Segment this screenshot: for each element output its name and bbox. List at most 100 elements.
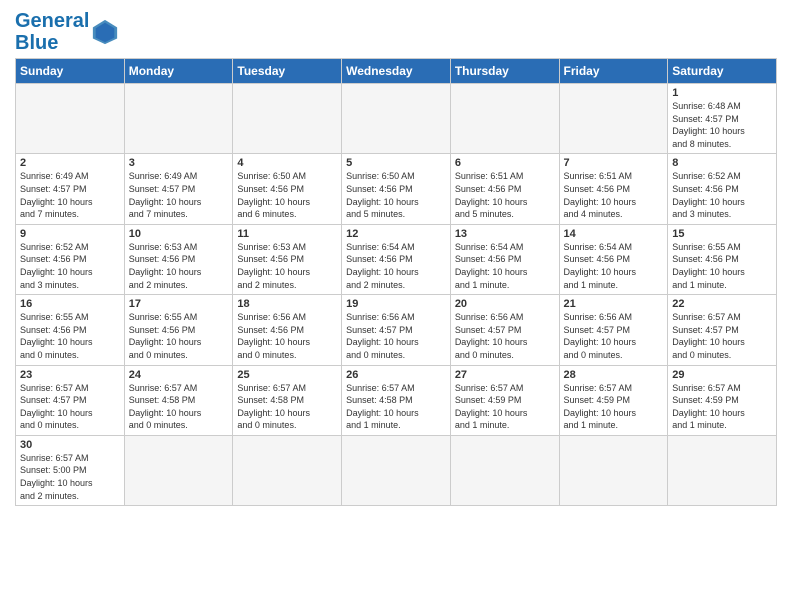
day-number: 10 bbox=[129, 228, 229, 240]
col-header-monday: Monday bbox=[124, 59, 233, 84]
calendar-cell bbox=[668, 435, 777, 505]
calendar-cell: 25Sunrise: 6:57 AM Sunset: 4:58 PM Dayli… bbox=[233, 365, 342, 435]
calendar-cell: 26Sunrise: 6:57 AM Sunset: 4:58 PM Dayli… bbox=[342, 365, 451, 435]
day-number: 19 bbox=[346, 298, 446, 310]
day-info: Sunrise: 6:57 AM Sunset: 4:57 PM Dayligh… bbox=[672, 311, 772, 361]
calendar-cell: 14Sunrise: 6:54 AM Sunset: 4:56 PM Dayli… bbox=[559, 224, 668, 294]
day-info: Sunrise: 6:52 AM Sunset: 4:56 PM Dayligh… bbox=[672, 170, 772, 220]
calendar-cell: 3Sunrise: 6:49 AM Sunset: 4:57 PM Daylig… bbox=[124, 154, 233, 224]
day-info: Sunrise: 6:57 AM Sunset: 4:57 PM Dayligh… bbox=[20, 382, 120, 432]
col-header-wednesday: Wednesday bbox=[342, 59, 451, 84]
day-number: 8 bbox=[672, 157, 772, 169]
day-number: 27 bbox=[455, 369, 555, 381]
day-info: Sunrise: 6:49 AM Sunset: 4:57 PM Dayligh… bbox=[20, 170, 120, 220]
calendar-week-row: 1Sunrise: 6:48 AM Sunset: 4:57 PM Daylig… bbox=[16, 84, 777, 154]
day-info: Sunrise: 6:55 AM Sunset: 4:56 PM Dayligh… bbox=[129, 311, 229, 361]
day-info: Sunrise: 6:53 AM Sunset: 4:56 PM Dayligh… bbox=[237, 241, 337, 291]
calendar-week-row: 30Sunrise: 6:57 AM Sunset: 5:00 PM Dayli… bbox=[16, 435, 777, 505]
calendar-cell: 1Sunrise: 6:48 AM Sunset: 4:57 PM Daylig… bbox=[668, 84, 777, 154]
day-number: 16 bbox=[20, 298, 120, 310]
day-info: Sunrise: 6:56 AM Sunset: 4:56 PM Dayligh… bbox=[237, 311, 337, 361]
day-number: 9 bbox=[20, 228, 120, 240]
calendar-cell bbox=[233, 435, 342, 505]
calendar-cell bbox=[450, 84, 559, 154]
calendar-cell: 29Sunrise: 6:57 AM Sunset: 4:59 PM Dayli… bbox=[668, 365, 777, 435]
day-number: 23 bbox=[20, 369, 120, 381]
day-number: 3 bbox=[129, 157, 229, 169]
logo-icon bbox=[91, 18, 119, 46]
calendar-cell: 15Sunrise: 6:55 AM Sunset: 4:56 PM Dayli… bbox=[668, 224, 777, 294]
day-number: 15 bbox=[672, 228, 772, 240]
logo-general: General bbox=[15, 10, 89, 32]
day-number: 14 bbox=[564, 228, 664, 240]
calendar-header-row: SundayMondayTuesdayWednesdayThursdayFrid… bbox=[16, 59, 777, 84]
col-header-saturday: Saturday bbox=[668, 59, 777, 84]
day-info: Sunrise: 6:57 AM Sunset: 4:58 PM Dayligh… bbox=[129, 382, 229, 432]
day-number: 6 bbox=[455, 157, 555, 169]
calendar-table: SundayMondayTuesdayWednesdayThursdayFrid… bbox=[15, 58, 777, 506]
calendar-cell: 6Sunrise: 6:51 AM Sunset: 4:56 PM Daylig… bbox=[450, 154, 559, 224]
day-info: Sunrise: 6:57 AM Sunset: 5:00 PM Dayligh… bbox=[20, 452, 120, 502]
calendar-cell: 27Sunrise: 6:57 AM Sunset: 4:59 PM Dayli… bbox=[450, 365, 559, 435]
day-info: Sunrise: 6:51 AM Sunset: 4:56 PM Dayligh… bbox=[564, 170, 664, 220]
day-number: 12 bbox=[346, 228, 446, 240]
day-info: Sunrise: 6:56 AM Sunset: 4:57 PM Dayligh… bbox=[455, 311, 555, 361]
calendar-cell: 11Sunrise: 6:53 AM Sunset: 4:56 PM Dayli… bbox=[233, 224, 342, 294]
day-info: Sunrise: 6:57 AM Sunset: 4:59 PM Dayligh… bbox=[672, 382, 772, 432]
calendar-cell: 5Sunrise: 6:50 AM Sunset: 4:56 PM Daylig… bbox=[342, 154, 451, 224]
calendar-cell: 8Sunrise: 6:52 AM Sunset: 4:56 PM Daylig… bbox=[668, 154, 777, 224]
day-info: Sunrise: 6:57 AM Sunset: 4:59 PM Dayligh… bbox=[564, 382, 664, 432]
calendar-week-row: 23Sunrise: 6:57 AM Sunset: 4:57 PM Dayli… bbox=[16, 365, 777, 435]
day-number: 17 bbox=[129, 298, 229, 310]
day-info: Sunrise: 6:53 AM Sunset: 4:56 PM Dayligh… bbox=[129, 241, 229, 291]
day-info: Sunrise: 6:51 AM Sunset: 4:56 PM Dayligh… bbox=[455, 170, 555, 220]
day-number: 26 bbox=[346, 369, 446, 381]
calendar-week-row: 16 Sunrise: 6:55 AM Sunset: 4:56 PM Dayli… bbox=[16, 295, 777, 365]
day-number: 18 bbox=[237, 298, 337, 310]
calendar-cell: 2Sunrise: 6:49 AM Sunset: 4:57 PM Daylig… bbox=[16, 154, 125, 224]
day-info: Sunrise: 6:56 AM Sunset: 4:57 PM Dayligh… bbox=[346, 311, 446, 361]
calendar-cell bbox=[559, 84, 668, 154]
calendar-cell: 16Sunrise: 6:55 AM Sunset: 4:56 PM Dayli… bbox=[16, 295, 125, 365]
day-info: Sunrise: 6:50 AM Sunset: 4:56 PM Dayligh… bbox=[237, 170, 337, 220]
calendar-cell: 21Sunrise: 6:56 AM Sunset: 4:57 PM Dayli… bbox=[559, 295, 668, 365]
calendar-cell bbox=[233, 84, 342, 154]
day-info: Sunrise: 6:54 AM Sunset: 4:56 PM Dayligh… bbox=[346, 241, 446, 291]
calendar-cell: 13Sunrise: 6:54 AM Sunset: 4:56 PM Dayli… bbox=[450, 224, 559, 294]
day-number: 4 bbox=[237, 157, 337, 169]
day-number: 29 bbox=[672, 369, 772, 381]
calendar-week-row: 2Sunrise: 6:49 AM Sunset: 4:57 PM Daylig… bbox=[16, 154, 777, 224]
day-info: Sunrise: 6:54 AM Sunset: 4:56 PM Dayligh… bbox=[564, 241, 664, 291]
day-number: 2 bbox=[20, 157, 120, 169]
calendar-cell bbox=[559, 435, 668, 505]
day-number: 7 bbox=[564, 157, 664, 169]
day-info: Sunrise: 6:48 AM Sunset: 4:57 PM Dayligh… bbox=[672, 100, 772, 150]
day-info: Sunrise: 6:50 AM Sunset: 4:56 PM Dayligh… bbox=[346, 170, 446, 220]
day-info: Sunrise: 6:57 AM Sunset: 4:59 PM Dayligh… bbox=[455, 382, 555, 432]
day-info: Sunrise: 6:57 AM Sunset: 4:58 PM Dayligh… bbox=[346, 382, 446, 432]
logo: General Blue bbox=[15, 10, 119, 54]
logo-text: General Blue bbox=[15, 10, 89, 54]
day-info: Sunrise: 6:54 AM Sunset: 4:56 PM Dayligh… bbox=[455, 241, 555, 291]
day-number: 21 bbox=[564, 298, 664, 310]
calendar-cell bbox=[342, 84, 451, 154]
calendar-cell: 18Sunrise: 6:56 AM Sunset: 4:56 PM Dayli… bbox=[233, 295, 342, 365]
col-header-tuesday: Tuesday bbox=[233, 59, 342, 84]
calendar-cell bbox=[450, 435, 559, 505]
day-info: Sunrise: 6:56 AM Sunset: 4:57 PM Dayligh… bbox=[564, 311, 664, 361]
calendar-cell: 12Sunrise: 6:54 AM Sunset: 4:56 PM Dayli… bbox=[342, 224, 451, 294]
day-info: Sunrise: 6:52 AM Sunset: 4:56 PM Dayligh… bbox=[20, 241, 120, 291]
col-header-sunday: Sunday bbox=[16, 59, 125, 84]
calendar-cell bbox=[16, 84, 125, 154]
calendar-cell: 4Sunrise: 6:50 AM Sunset: 4:56 PM Daylig… bbox=[233, 154, 342, 224]
calendar-cell: 17Sunrise: 6:55 AM Sunset: 4:56 PM Dayli… bbox=[124, 295, 233, 365]
day-number: 22 bbox=[672, 298, 772, 310]
page-header: General Blue bbox=[15, 10, 777, 54]
calendar-cell: 9Sunrise: 6:52 AM Sunset: 4:56 PM Daylig… bbox=[16, 224, 125, 294]
day-number: 11 bbox=[237, 228, 337, 240]
col-header-thursday: Thursday bbox=[450, 59, 559, 84]
calendar-cell bbox=[124, 84, 233, 154]
day-info: Sunrise: 6:49 AM Sunset: 4:57 PM Dayligh… bbox=[129, 170, 229, 220]
day-number: 28 bbox=[564, 369, 664, 381]
calendar-cell bbox=[342, 435, 451, 505]
